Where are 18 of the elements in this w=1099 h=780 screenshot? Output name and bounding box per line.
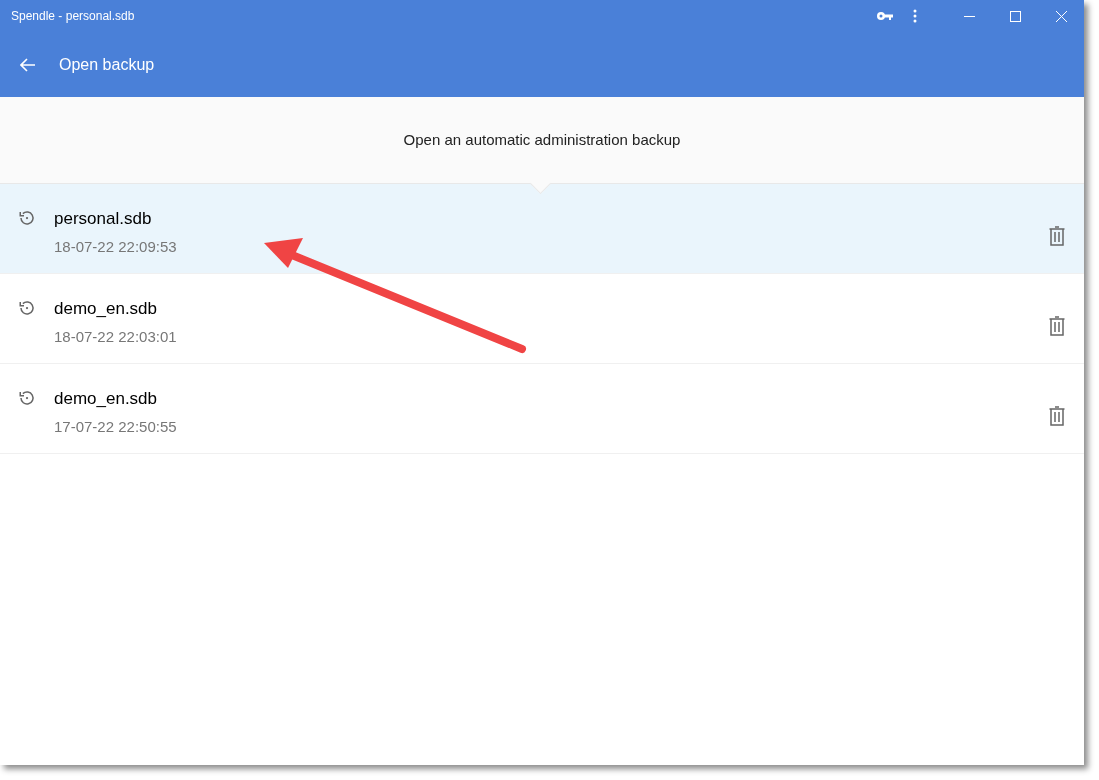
backup-name: personal.sdb <box>54 209 153 229</box>
backup-name: demo_en.sdb <box>54 299 159 319</box>
backup-row[interactable]: demo_en.sdb 18-07-22 22:03:01 <box>0 274 1084 364</box>
history-icon <box>18 389 36 407</box>
delete-icon[interactable] <box>1048 315 1066 337</box>
history-icon <box>18 209 36 227</box>
backup-row[interactable]: demo_en.sdb 17-07-22 22:50:55 <box>0 364 1084 454</box>
history-icon <box>18 299 36 317</box>
backup-date: 18-07-22 22:09:53 <box>54 237 178 257</box>
subheader-text: Open an automatic administration backup <box>403 129 681 150</box>
page-title: Open backup <box>59 54 155 75</box>
backup-name: demo_en.sdb <box>54 389 159 409</box>
delete-icon[interactable] <box>1048 225 1066 247</box>
delete-icon[interactable] <box>1048 405 1066 427</box>
window-title: Spendle - personal.sdb <box>11 8 136 25</box>
backup-date: 18-07-22 22:03:01 <box>54 327 178 347</box>
backup-date: 17-07-22 22:50:55 <box>54 417 178 437</box>
backup-row[interactable]: personal.sdb 18-07-22 22:09:53 <box>0 184 1084 274</box>
